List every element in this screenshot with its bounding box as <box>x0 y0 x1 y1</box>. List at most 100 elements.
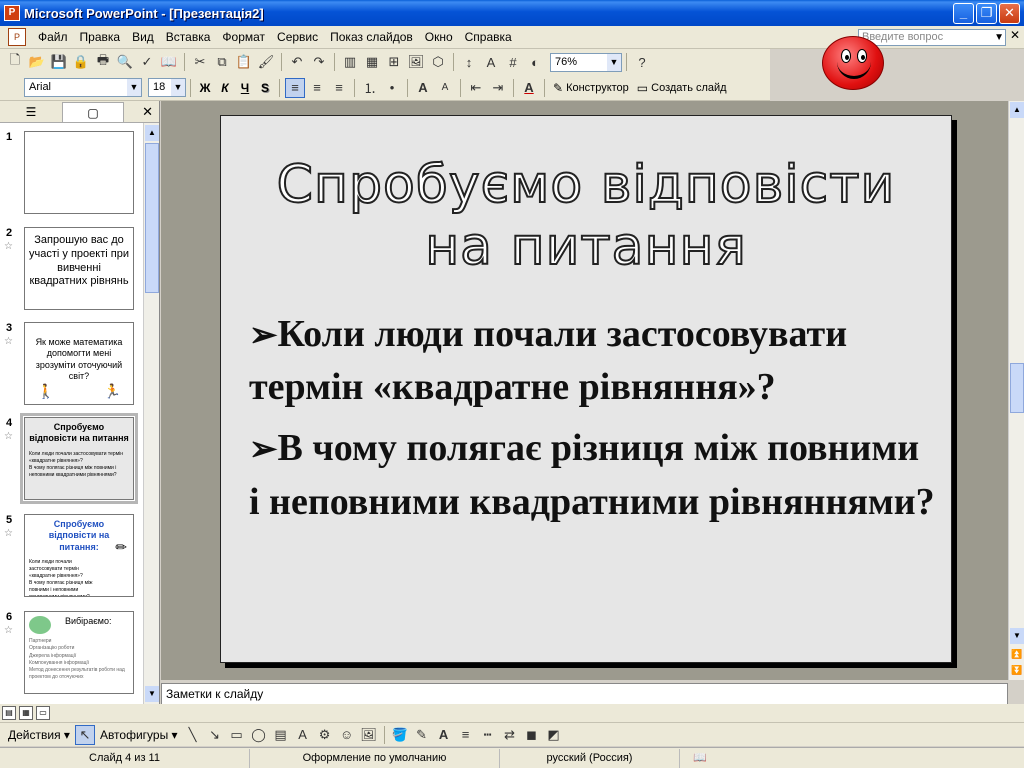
menu-format[interactable]: Формат <box>216 30 271 44</box>
align-left-icon[interactable]: ≡ <box>285 77 305 98</box>
menu-window[interactable]: Окно <box>419 30 459 44</box>
line-style-icon[interactable]: ≡ <box>456 725 476 745</box>
arrow-style-icon[interactable]: ⇄ <box>500 725 520 745</box>
menu-insert[interactable]: Вставка <box>160 30 217 44</box>
restore-button[interactable]: ❐ <box>976 2 997 24</box>
decrease-indent-icon[interactable]: ⇤ <box>466 78 486 98</box>
powerpoint-app-icon[interactable]: P <box>4 5 20 21</box>
slide-bullets[interactable]: ➢Коли люди почали застосовувати термін «… <box>249 308 939 537</box>
research-icon[interactable]: 📖 <box>159 52 179 72</box>
design-button[interactable]: ✎ Конструктор <box>553 81 629 95</box>
increase-indent-icon[interactable]: ⇥ <box>488 78 508 98</box>
slide-thumbnail[interactable]: Вибіраємо: Партнери Організацію роботи Д… <box>24 611 134 694</box>
open-folder-icon[interactable]: 📂 <box>27 52 47 72</box>
slide-vertical-scrollbar[interactable]: ▲ ▼ ⏫ ⏬ <box>1008 101 1024 680</box>
document-close-icon[interactable]: ✕ <box>1010 28 1020 42</box>
3d-style-icon[interactable]: ◩ <box>544 725 564 745</box>
insert-table-icon[interactable]: ▦ <box>362 52 382 72</box>
menu-view[interactable]: Вид <box>126 30 160 44</box>
zoom-select[interactable]: 76% ▼ <box>550 52 622 72</box>
slide[interactable]: Спробуємо відповісти на питання ➢Коли лю… <box>220 115 952 663</box>
fill-color-icon[interactable]: 🪣 <box>390 725 410 745</box>
slide-bullet[interactable]: ➢В чому полягає різниця між повними і не… <box>249 422 939 528</box>
chevron-down-icon[interactable]: ▼ <box>127 79 141 96</box>
help-icon[interactable]: ? <box>632 52 652 72</box>
bullets-icon[interactable]: • <box>382 78 402 98</box>
slide-title[interactable]: Спробуємо відповісти на питання <box>261 154 911 279</box>
scrollbar-thumb[interactable] <box>145 143 159 293</box>
underline-button[interactable]: Ч <box>235 81 255 95</box>
font-select[interactable]: Arial ▼ <box>24 78 142 97</box>
chevron-down-icon[interactable]: ▼ <box>607 53 621 71</box>
insert-image-icon[interactable]: 🖼 <box>406 52 426 72</box>
actions-menu[interactable]: Действия ▾ <box>8 728 70 742</box>
italic-button[interactable]: К <box>215 81 235 95</box>
normal-view-icon[interactable]: ▤ <box>2 706 16 720</box>
slide-thumbnail[interactable]: Спробуємо відповісти на питання: Коли лю… <box>24 514 134 597</box>
document-icon[interactable]: P <box>8 28 26 46</box>
new-document-icon[interactable]: 🗋 <box>5 52 25 72</box>
menu-edit[interactable]: Правка <box>74 30 127 44</box>
tables-borders-icon[interactable]: ⊞ <box>384 52 404 72</box>
select-pointer-icon[interactable]: ↖ <box>74 724 95 745</box>
cut-icon[interactable]: ✂ <box>190 52 210 72</box>
arrow-icon[interactable]: ↘ <box>205 725 225 745</box>
spelling-icon[interactable]: ✓ <box>137 52 157 72</box>
font-color-icon[interactable]: A <box>434 725 454 745</box>
chevron-down-icon[interactable]: ▼ <box>171 79 185 96</box>
insert-chart-icon[interactable]: ▥ <box>340 52 360 72</box>
decrease-font-icon[interactable]: A <box>435 78 455 98</box>
font-size-select[interactable]: 18 ▼ <box>148 78 186 97</box>
close-button[interactable]: ✕ <box>999 2 1020 24</box>
wordart-icon[interactable]: A <box>293 725 313 745</box>
show-formatting-icon[interactable]: A <box>481 52 501 72</box>
diagram-icon[interactable]: ⚙ <box>315 725 335 745</box>
numbering-icon[interactable]: ⒈ <box>360 78 380 98</box>
tab-slides[interactable]: ▢ <box>62 101 124 122</box>
slideshow-icon[interactable]: ▭ <box>36 706 50 720</box>
tab-outline[interactable]: ☰ <box>0 102 62 122</box>
line-color-icon[interactable]: ✎ <box>412 725 432 745</box>
new-slide-button[interactable]: ▭ Создать слайд <box>637 81 727 95</box>
scroll-up-icon[interactable]: ▲ <box>1010 102 1024 118</box>
align-center-icon[interactable]: ≡ <box>307 78 327 98</box>
slides-pane-scrollbar[interactable]: ▲ ▼ <box>143 123 159 704</box>
slide-thumbnail[interactable]: Як може математика допомогти мені зрозум… <box>24 322 134 405</box>
help-question-input[interactable]: Введите вопрос <box>858 29 1006 46</box>
picture-icon[interactable]: 🖼 <box>359 725 379 745</box>
next-slide-icon[interactable]: ⏬ <box>1010 662 1024 678</box>
spelling-status-icon[interactable]: 📖 <box>680 749 720 768</box>
scrollbar-thumb[interactable] <box>1010 363 1024 413</box>
chevron-down-icon[interactable]: ▼ <box>994 29 1004 46</box>
menu-slideshow[interactable]: Показ слайдов <box>324 30 419 44</box>
increase-font-icon[interactable]: A <box>413 78 433 98</box>
slide-sorter-icon[interactable]: ▦ <box>19 706 33 720</box>
align-right-icon[interactable]: ≡ <box>329 78 349 98</box>
minimize-button[interactable]: _ <box>953 2 974 24</box>
expand-all-icon[interactable]: ↕ <box>459 52 479 72</box>
scroll-down-icon[interactable]: ▼ <box>1010 628 1024 644</box>
menu-file[interactable]: Файл <box>32 30 74 44</box>
scroll-up-icon[interactable]: ▲ <box>145 125 159 141</box>
oval-icon[interactable]: ◯ <box>249 725 269 745</box>
font-color-icon[interactable]: A <box>519 78 539 98</box>
format-painter-icon[interactable]: 🖌 <box>256 52 276 72</box>
insert-diagram-icon[interactable]: ⬡ <box>428 52 448 72</box>
notes-input[interactable]: Заметки к слайду <box>161 683 1008 705</box>
permission-icon[interactable]: 🔒 <box>71 52 91 72</box>
bold-button[interactable]: Ж <box>195 81 215 95</box>
paste-icon[interactable]: 📋 <box>234 52 254 72</box>
shadow-style-icon[interactable]: ◼ <box>522 725 542 745</box>
textbox-icon[interactable]: ▤ <box>271 725 291 745</box>
rectangle-icon[interactable]: ▭ <box>227 725 247 745</box>
clipart-icon[interactable]: ☺ <box>337 725 357 745</box>
close-icon[interactable]: ✕ <box>142 104 153 120</box>
grid-icon[interactable]: # <box>503 52 523 72</box>
slide-thumbnail[interactable]: Запрошую вас до участі у проекті при вив… <box>24 227 134 310</box>
autoshapes-menu[interactable]: Автофигуры ▾ <box>100 728 178 742</box>
scroll-down-icon[interactable]: ▼ <box>145 686 159 702</box>
dash-style-icon[interactable]: ┅ <box>478 725 498 745</box>
menu-help[interactable]: Справка <box>459 30 518 44</box>
slide-bullet[interactable]: ➢Коли люди почали застосовувати термін «… <box>249 308 939 414</box>
print-preview-icon[interactable]: 🔍 <box>115 52 135 72</box>
